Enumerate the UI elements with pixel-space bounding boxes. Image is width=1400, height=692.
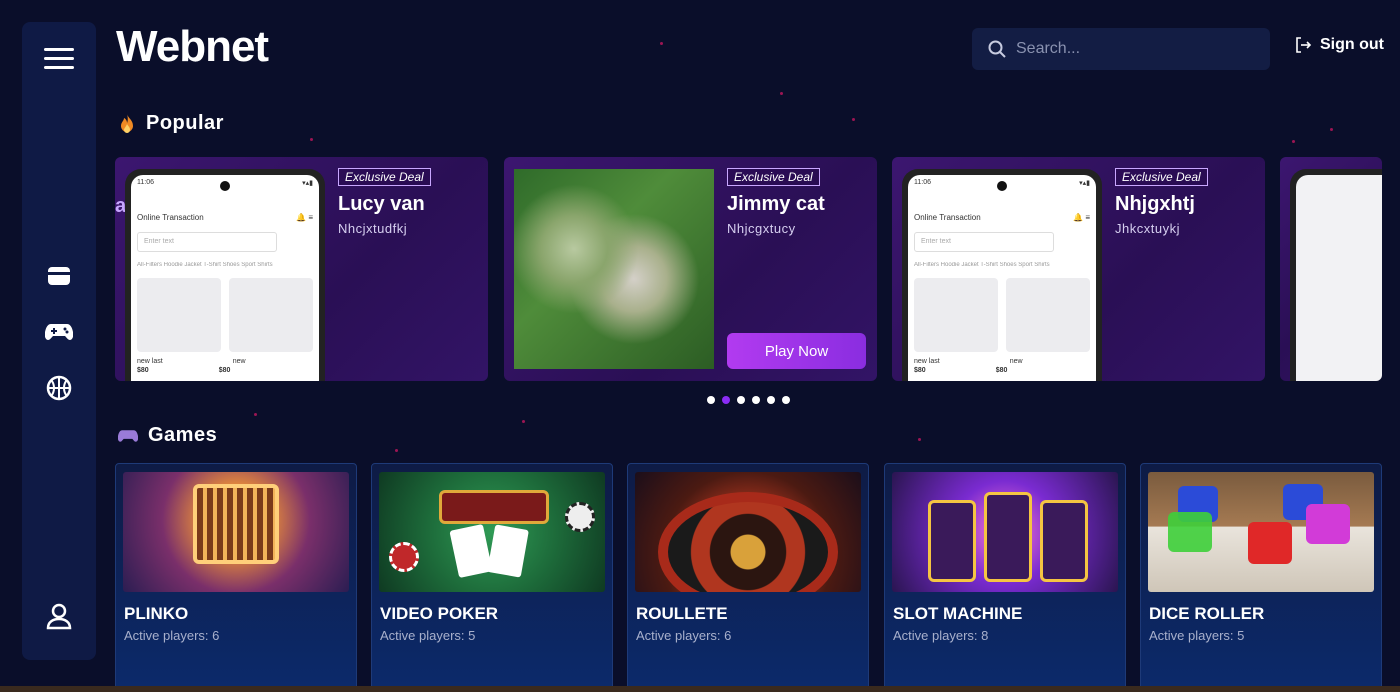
roulette-image [635,472,861,592]
deal-subtitle: Nhcjxtudfkj [338,221,408,236]
wallet-icon [48,267,70,285]
game-card-plinko[interactable]: PLINKO Active players: 6 [115,463,357,692]
game-title: ROULLETE [636,604,728,623]
deal-subtitle: Nhjcgxtucy [727,221,796,236]
carousel-dot[interactable] [707,396,715,404]
sidebar-item-profile[interactable] [22,596,96,636]
carousel-dot[interactable] [767,396,775,404]
camera-icon [220,181,230,191]
carousel-dot-active[interactable] [722,396,730,404]
search-bar[interactable] [972,28,1270,70]
slot-machine-image [892,472,1118,592]
phone-price: $80 [914,367,926,374]
phone-filters: All-Filters Hoodie Jacket T-Shirt Shoes … [914,262,1050,268]
phone-mockup [1290,169,1382,381]
phone-title: Online Transaction [914,213,981,222]
phone-signal-icon: ▾▴▮ [302,180,313,187]
popular-section-header: Popular [118,112,224,135]
search-icon [988,40,1006,58]
game-active-players: Active players: 8 [893,628,989,643]
bell-icon: 🔔 ≡ [1073,213,1090,222]
fire-icon [121,113,133,133]
carousel-dot[interactable] [737,396,745,404]
phone-price: $80 [995,367,1008,374]
video-poker-image [379,472,605,592]
game-active-players: Active players: 5 [1149,628,1245,643]
exclusive-deal-badge: Exclusive Deal [727,168,820,186]
signout-button[interactable]: Sign out [1294,36,1384,54]
exclusive-deal-badge: Exclusive Deal [338,168,431,186]
games-title: Games [148,424,218,446]
menu-button[interactable] [22,38,96,78]
bell-icon: 🔔 ≡ [296,213,313,222]
dice-roller-image [1148,472,1374,592]
phone-time: 11:06 [914,179,931,186]
game-active-players: Active players: 6 [636,628,732,643]
phone-signal-icon: ▾▴▮ [1079,180,1090,187]
basketball-icon [46,375,72,401]
phone-item-label: new [232,358,246,365]
phone-item-label: new [1009,358,1023,365]
phone-input: Enter text [914,232,1054,252]
popular-title: Popular [146,112,224,134]
plinko-image [123,472,349,592]
phone-mockup: 11:06 ▾▴▮ Online Transaction 🔔 ≡ Enter tex… [125,169,325,381]
game-title: SLOT MACHINE [893,604,1023,623]
game-card-dice-roller[interactable]: DICE ROLLER Active players: 5 [1140,463,1382,692]
game-card-slot-machine[interactable]: SLOT MACHINE Active players: 8 [884,463,1126,692]
games-section-header: Games [118,424,217,447]
deal-thumbnail [514,169,714,369]
game-title: PLINKO [124,604,189,623]
game-title: DICE ROLLER [1149,604,1265,623]
sidebar-item-games[interactable] [22,312,96,352]
deal-card[interactable]: 11:06 ▾▴▮ Online Transaction 🔔 ≡ Enter tex… [892,157,1265,381]
phone-item-label: new last [914,358,940,365]
phone-time: 11:06 [137,179,154,186]
deal-subtitle: Jhkcxtuykj [1115,221,1180,236]
deal-card[interactable]: Exclusive Deal Jimmy cat Nhjcgxtucy Play… [504,157,877,381]
carousel-dot[interactable] [752,396,760,404]
carousel-dot[interactable] [782,396,790,404]
game-card-video-poker[interactable]: VIDEO POKER Active players: 5 [371,463,613,692]
sidebar-item-sports[interactable] [22,368,96,408]
deal-title: Nhjgxhtj [1115,193,1195,215]
search-input[interactable] [1016,40,1246,58]
logo[interactable]: Webnet [116,22,269,72]
gamepad-icon [45,324,73,340]
game-active-players: Active players: 6 [124,628,220,643]
phone-mockup: 11:06 ▾▴▮ Online Transaction 🔔 ≡ Enter tex… [902,169,1102,381]
game-title: VIDEO POKER [380,604,499,623]
deal-title: Jimmy cat [727,193,825,215]
deal-card[interactable]: ab 11:06▾▴▮ Online Transaction🔔 ≡ Enter … [115,157,488,381]
bottom-edge [0,686,1400,692]
exclusive-deal-badge: Exclusive Deal [1115,168,1208,186]
deal-card-peek[interactable] [1280,157,1382,381]
menu-icon [44,47,74,69]
phone-filters: All-Filters Hoodie Jacket T-Shirt Shoes … [137,262,273,268]
camera-icon [997,181,1007,191]
signout-icon [1296,37,1312,53]
deal-title: Lucy van [338,193,425,215]
game-active-players: Active players: 5 [380,628,476,643]
play-now-button[interactable]: Play Now [727,333,866,369]
sidebar [22,22,96,660]
deal-thumbnail [1290,169,1382,381]
deal-thumbnail: 11:06 ▾▴▮ Online Transaction 🔔 ≡ Enter tex… [125,169,325,381]
phone-title: Online Transaction [137,213,204,222]
phone-price: $80 [218,367,231,374]
deal-thumbnail: 11:06 ▾▴▮ Online Transaction 🔔 ≡ Enter tex… [902,169,1102,381]
sidebar-item-wallet[interactable] [22,256,96,296]
campus-aerial-image [514,169,714,369]
phone-input: Enter text [137,232,277,252]
user-icon [46,603,72,630]
carousel-pagination [707,396,790,404]
signout-label: Sign out [1320,36,1384,53]
phone-price: $80 [137,367,149,374]
popular-carousel: ab 11:06▾▴▮ Online Transaction🔔 ≡ Enter … [115,157,1382,381]
game-controller-icon [118,429,138,442]
game-card-roulette[interactable]: ROULLETE Active players: 6 [627,463,869,692]
phone-item-label: new last [137,358,163,365]
